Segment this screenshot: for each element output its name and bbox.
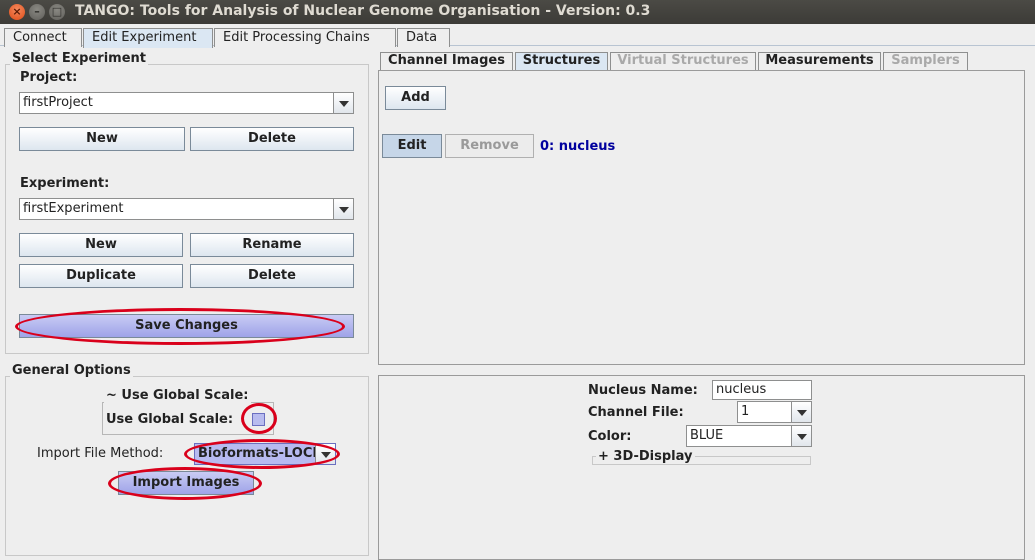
maximize-icon[interactable]: □	[49, 4, 65, 20]
color-value: BLUE	[690, 428, 724, 443]
general-options-legend: General Options	[10, 363, 133, 378]
color-label: Color:	[588, 429, 632, 444]
project-new-button[interactable]: New	[19, 127, 185, 151]
import-method-label: Import File Method:	[37, 446, 164, 461]
import-method-value: Bioformats-LOCI	[198, 446, 318, 461]
color-select[interactable]: BLUE	[686, 425, 812, 447]
channel-file-label: Channel File:	[588, 405, 684, 420]
tab-data[interactable]: Data	[397, 28, 450, 47]
tab-measurements[interactable]: Measurements	[758, 52, 881, 70]
channel-file-select[interactable]: 1	[737, 401, 812, 423]
tab-structures[interactable]: Structures	[515, 52, 608, 70]
tab-virtual-structures: Virtual Structures	[610, 52, 756, 70]
tab-samplers: Samplers	[883, 52, 968, 70]
chevron-down-icon[interactable]	[333, 199, 353, 219]
import-images-button[interactable]: Import Images	[118, 471, 254, 495]
tab-channel-images[interactable]: Channel Images	[380, 52, 513, 70]
close-icon[interactable]: ×	[9, 4, 25, 20]
chevron-down-icon[interactable]	[315, 444, 335, 464]
nucleus-name-label: Nucleus Name:	[588, 383, 698, 398]
project-select[interactable]: firstProject	[19, 92, 354, 114]
properties-panel	[378, 375, 1025, 560]
chevron-down-icon[interactable]	[333, 93, 353, 113]
global-scale-label: Use Global Scale:	[106, 412, 234, 427]
add-structure-button[interactable]: Add	[385, 86, 446, 110]
experiment-new-button[interactable]: New	[19, 233, 183, 257]
chevron-down-icon[interactable]	[791, 426, 811, 446]
channel-file-value: 1	[741, 404, 750, 419]
import-method-select[interactable]: Bioformats-LOCI	[194, 443, 336, 465]
project-value: firstProject	[23, 95, 93, 110]
minimize-icon[interactable]: –	[29, 4, 45, 20]
experiment-rename-button[interactable]: Rename	[190, 233, 354, 257]
main-tab-bar: Connect Edit Experiment Edit Processing …	[0, 28, 1035, 48]
select-experiment-legend: Select Experiment	[10, 51, 148, 66]
tab-edit-processing-chains[interactable]: Edit Processing Chains	[214, 28, 396, 47]
experiment-delete-button[interactable]: Delete	[190, 264, 354, 288]
nucleus-name-field[interactable]: nucleus	[712, 380, 812, 400]
title-bar: × – □ TANGO: Tools for Analysis of Nucle…	[0, 0, 1035, 24]
structure-item-label[interactable]: 0: nucleus	[540, 139, 615, 154]
global-scale-legend: ~ Use Global Scale:	[104, 388, 251, 403]
project-label: Project:	[20, 70, 78, 85]
remove-structure-button: Remove	[445, 134, 534, 158]
window-title: TANGO: Tools for Analysis of Nuclear Gen…	[75, 3, 651, 19]
experiment-value: firstExperiment	[23, 201, 124, 216]
experiment-duplicate-button[interactable]: Duplicate	[19, 264, 183, 288]
tab-connect[interactable]: Connect	[4, 28, 82, 47]
structures-panel	[378, 70, 1025, 365]
tab-edit-experiment[interactable]: Edit Experiment	[83, 28, 213, 48]
global-scale-checkbox[interactable]	[252, 413, 265, 426]
edit-structure-button[interactable]: Edit	[382, 134, 442, 158]
project-delete-button[interactable]: Delete	[190, 127, 354, 151]
experiment-select[interactable]: firstExperiment	[19, 198, 354, 220]
chevron-down-icon[interactable]	[791, 402, 811, 422]
experiment-label: Experiment:	[20, 176, 110, 191]
save-changes-button[interactable]: Save Changes	[19, 314, 354, 338]
display-toggle[interactable]: + 3D-Display	[596, 449, 695, 464]
